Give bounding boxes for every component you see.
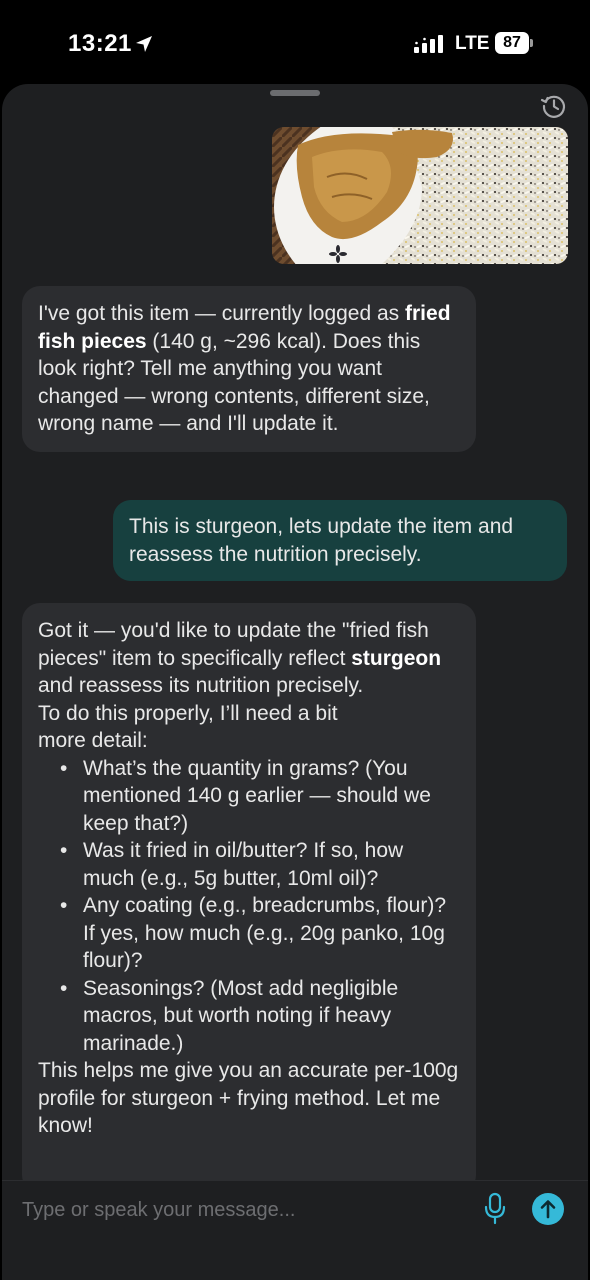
- message-text: To do this properly, I’ll need a bit mor…: [38, 701, 338, 753]
- message-bold-text: sturgeon: [351, 646, 442, 670]
- send-arrow-icon: [540, 1200, 556, 1219]
- chat-sheet: I've got this item — currently logged as…: [2, 84, 588, 1280]
- location-arrow-icon: [136, 36, 152, 52]
- send-button[interactable]: [532, 1193, 564, 1225]
- message-input[interactable]: Type or speak your message...: [22, 1195, 452, 1225]
- list-item: Any coating (e.g., breadcrumbs, flour)? …: [38, 892, 460, 975]
- message-paragraph: Got it — you'd like to update the "fried…: [38, 617, 460, 700]
- question-list: What’s the quantity in grams? (You menti…: [38, 755, 460, 1058]
- history-icon[interactable]: [540, 92, 568, 120]
- message-text: This is sturgeon, lets update the item a…: [129, 515, 514, 566]
- user-message: This is sturgeon, lets update the item a…: [113, 500, 567, 581]
- assistant-message: Got it — you'd like to update the "fried…: [22, 603, 476, 1193]
- battery-level: 87: [503, 34, 521, 51]
- network-label: LTE: [455, 33, 490, 54]
- microphone-icon[interactable]: [482, 1192, 508, 1226]
- message-text: and reassess its nutrition precisely.: [38, 674, 364, 697]
- battery-icon: 87: [495, 32, 533, 54]
- assistant-message: I've got this item — currently logged as…: [22, 286, 476, 452]
- message-paragraph: To do this properly, I’ll need a bit mor…: [38, 700, 460, 755]
- message-text: I've got this item — currently logged as: [38, 302, 406, 325]
- message-text: This helps me give you an accurate per-1…: [38, 1059, 459, 1137]
- list-item: What’s the quantity in grams? (You menti…: [38, 755, 460, 838]
- food-photo[interactable]: [272, 127, 568, 264]
- status-bar: 13:21 LTE 87: [0, 0, 590, 84]
- sheet-grabber[interactable]: [270, 90, 320, 96]
- list-item: Was it fried in oil/butter? If so, how m…: [38, 837, 460, 892]
- message-paragraph: This helps me give you an accurate per-1…: [38, 1057, 460, 1140]
- list-item: Seasonings? (Most add negligible macros,…: [38, 975, 460, 1058]
- status-time: 13:21: [68, 30, 132, 57]
- message-composer: Type or speak your message...: [2, 1180, 588, 1280]
- signal-bars-icon: [414, 35, 443, 53]
